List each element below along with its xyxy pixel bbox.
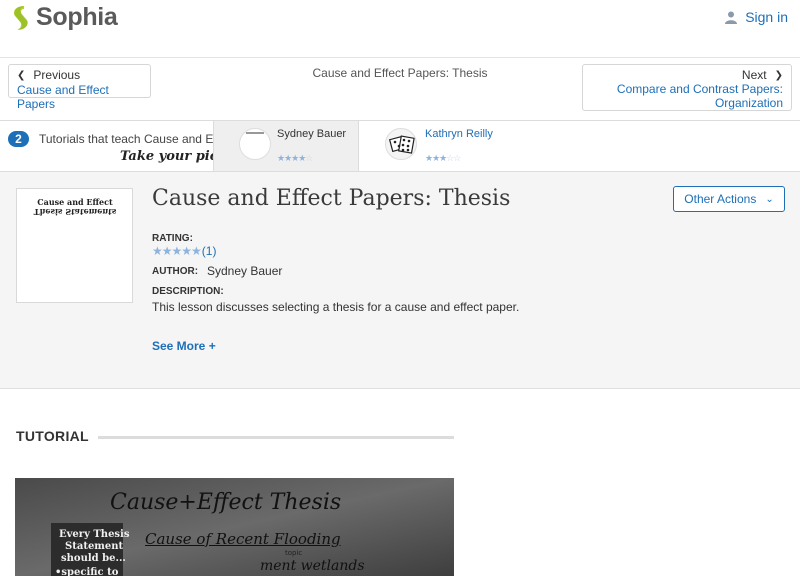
brand-name: Sophia — [36, 3, 118, 31]
author-name: Sydney Bauer — [207, 264, 283, 278]
other-actions-button[interactable]: Other Actions ⌄ — [673, 186, 785, 212]
author-avatar — [239, 128, 271, 160]
heading-divider — [98, 436, 454, 439]
sophia-logo[interactable]: Sophia — [10, 3, 118, 32]
previous-tutorial-button[interactable]: ❮ Previous Cause and Effect Papers — [8, 64, 151, 111]
sign-in-label: Sign in — [745, 9, 788, 25]
whiteboard-title: Cause+Effect Thesis — [110, 490, 342, 515]
description-text: This lesson discusses selecting a thesis… — [152, 300, 520, 314]
strip-pick-text: Take your pick: — [120, 149, 213, 164]
thumbnail-subtitle: Thesis Statements — [33, 207, 117, 217]
author-label: AUTHOR: — [152, 266, 199, 277]
tutorial-title: Cause and Effect Papers: Thesis — [152, 186, 511, 211]
next-label: Next — [741, 68, 767, 82]
whiteboard-note: ment wetlands — [260, 558, 365, 574]
chevron-down-icon: ⌄ — [765, 193, 774, 205]
card-text-4: •specific to — [55, 567, 119, 576]
chevron-left-icon: ❮ — [17, 69, 26, 81]
card-text-2: Statement — [65, 541, 124, 552]
tutorial-thumbnail: Cause and Effect Thesis Statements — [16, 188, 133, 303]
whiteboard-small: topic — [285, 549, 303, 557]
other-actions-label: Other Actions — [684, 192, 757, 206]
card-rating-stars: ★★★★☆ — [277, 153, 313, 163]
card-author: Sydney Bauer — [277, 128, 347, 140]
description-label: DESCRIPTION: — [152, 286, 224, 297]
tutorial-info-panel: Cause and Effect Thesis Statements Cause… — [0, 172, 800, 389]
next-tutorial-button[interactable]: Next ❯ Compare and Contrast Papers: Organ… — [582, 64, 792, 111]
tutorial-video-player[interactable]: Cause+Effect Thesis Cause of Recent Floo… — [15, 478, 454, 576]
previous-label: Previous — [33, 68, 81, 82]
rating[interactable]: ★★★★★ (1) — [152, 244, 216, 258]
site-header: Sophia Sign in — [0, 0, 800, 58]
rating-count: (1) — [201, 244, 217, 258]
current-tutorial-title: Cause and Effect Papers: Thesis — [312, 66, 488, 80]
star-icon: ★★★★★ — [152, 244, 202, 258]
strip-intro: 2 Tutorials that teach Cause and Effect … — [0, 121, 213, 171]
card-text-3: should be... — [61, 553, 126, 564]
tutorial-count-badge: 2 — [8, 131, 29, 147]
chevron-right-icon: ❯ — [774, 69, 783, 81]
sign-in-link[interactable]: Sign in — [725, 9, 788, 25]
tutorial-heading: TUTORIAL — [16, 428, 89, 444]
tutorial-picker-strip: 2 Tutorials that teach Cause and Effect … — [0, 120, 800, 172]
card-text-1: Every Thesis — [59, 529, 130, 540]
previous-title: Cause and Effect Papers — [17, 83, 109, 111]
next-title-line2: Organization — [714, 96, 783, 110]
see-more-link[interactable]: See More + — [152, 339, 216, 353]
card-rating-stars: ★★★☆☆ — [425, 153, 461, 163]
thumbnail-title: Cause and Effect — [37, 197, 113, 207]
page: Sophia Sign in ❮ Previous Cause and Effec… — [0, 0, 800, 576]
person-icon — [725, 11, 738, 24]
card-author: Kathryn Reilly — [425, 128, 493, 140]
sophia-logo-icon — [14, 5, 28, 30]
dice-icon — [388, 135, 415, 154]
author-avatar — [385, 128, 417, 160]
rating-label: RATING: — [152, 233, 193, 244]
strip-teach-text: Tutorials that teach Cause and Effect — [39, 132, 213, 146]
next-title-line1: Compare and Contrast Papers: — [616, 82, 783, 96]
tutorial-option-card[interactable]: Sydney Bauer ★★★★☆ — [213, 121, 359, 171]
whiteboard-subtitle: Cause of Recent Flooding — [145, 530, 341, 548]
tutorial-option-card[interactable]: Kathryn Reilly ★★★☆☆ — [360, 121, 800, 171]
